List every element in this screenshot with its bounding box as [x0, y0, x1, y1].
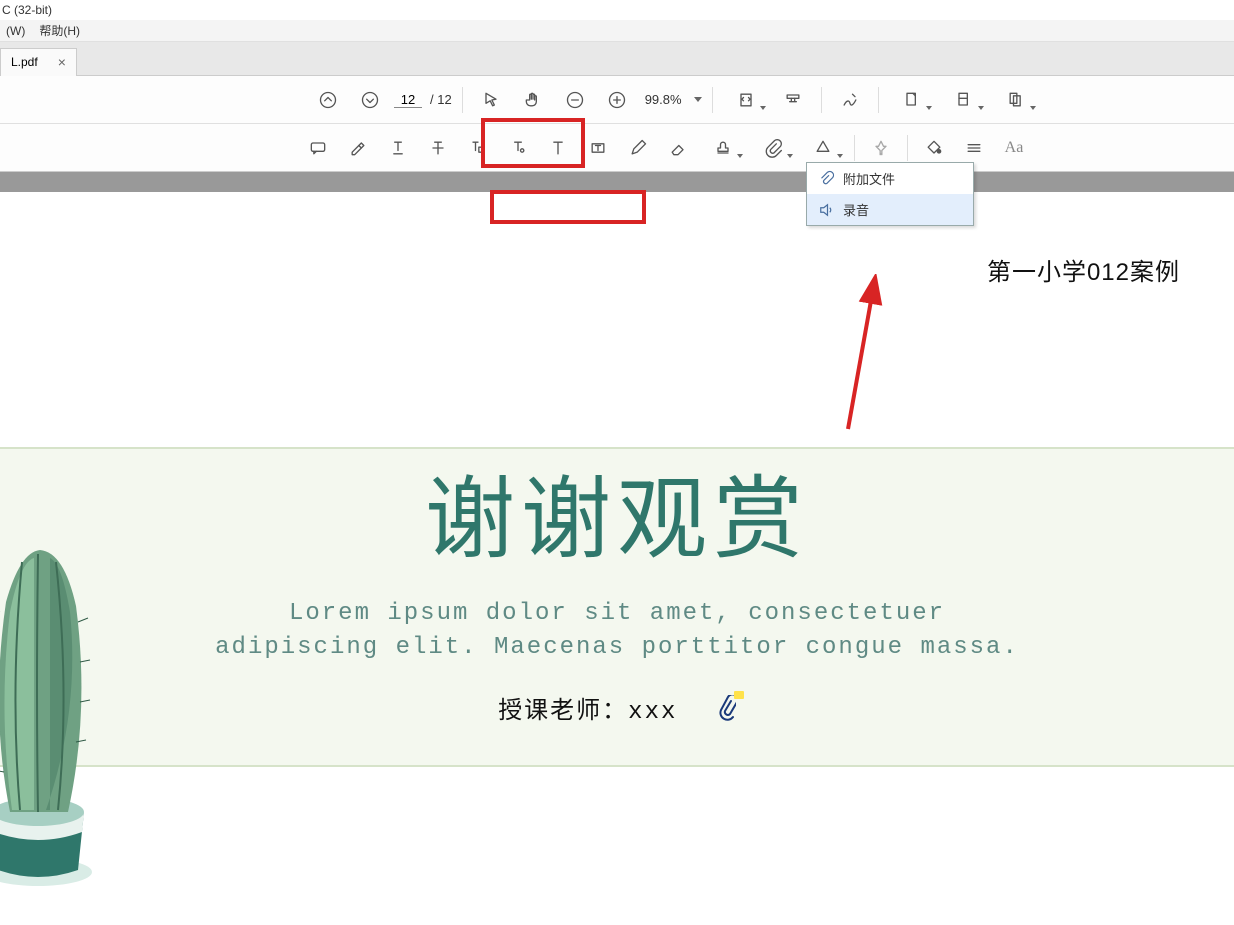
- slide-title: 谢谢观赏: [0, 467, 1234, 575]
- attach-dropdown: 附加文件 录音: [806, 162, 974, 226]
- font-button[interactable]: Aa: [996, 130, 1032, 166]
- text-highlight-button[interactable]: [460, 130, 496, 166]
- export-button[interactable]: [889, 82, 935, 118]
- window-title: C (32-bit): [2, 3, 52, 17]
- document-viewport[interactable]: 第一小学012案例 谢谢观赏 Lorem ipsum dolor sit ame…: [0, 192, 1234, 925]
- dropdown-record-audio-label: 录音: [843, 200, 869, 219]
- attach-button[interactable]: [750, 130, 796, 166]
- zoom-dropdown-caret[interactable]: [694, 97, 702, 102]
- select-tool-button[interactable]: [473, 82, 509, 118]
- note-badge-icon: [734, 691, 744, 699]
- more-pages-button[interactable]: [993, 82, 1039, 118]
- strikethrough-button[interactable]: [420, 130, 456, 166]
- page-down-button[interactable]: [352, 82, 388, 118]
- zoom-value: 99.8%: [645, 92, 682, 107]
- stamp-button[interactable]: [700, 130, 746, 166]
- sign-button[interactable]: [832, 82, 868, 118]
- attachment-marker[interactable]: [718, 695, 736, 729]
- gray-divider: [0, 172, 1234, 192]
- slide-subtitle: Lorem ipsum dolor sit amet, consectetuer…: [0, 597, 1234, 664]
- toolbar-annotate: Aa 附加文件 录音: [0, 124, 1234, 172]
- menu-window[interactable]: (W): [2, 22, 29, 40]
- highlight-pen-button[interactable]: [340, 130, 376, 166]
- text-note-button[interactable]: [500, 130, 536, 166]
- page-number-input[interactable]: [394, 92, 422, 108]
- menu-help[interactable]: 帮助(H): [35, 20, 84, 41]
- paperclip-icon: [817, 170, 835, 188]
- toolbar-main: / 12 99.8%: [0, 76, 1234, 124]
- tab-label: L.pdf: [11, 55, 38, 69]
- separator: [462, 87, 463, 113]
- textbox-button[interactable]: [580, 130, 616, 166]
- separator: [821, 87, 822, 113]
- pencil-button[interactable]: [620, 130, 656, 166]
- comment-button[interactable]: [300, 130, 336, 166]
- read-mode-button[interactable]: [775, 82, 811, 118]
- shape-button[interactable]: [800, 130, 846, 166]
- fill-button[interactable]: [916, 130, 952, 166]
- zoom-out-button[interactable]: [557, 82, 593, 118]
- document-tab[interactable]: L.pdf ×: [0, 48, 77, 76]
- separator: [907, 135, 908, 161]
- slide-teacher-line: 授课老师：xxx: [0, 690, 1234, 729]
- fit-page-button[interactable]: [723, 82, 769, 118]
- dropdown-record-audio[interactable]: 录音: [807, 194, 973, 225]
- arrow-annotation: [830, 274, 910, 439]
- page-up-button[interactable]: [310, 82, 346, 118]
- zoom-in-button[interactable]: [599, 82, 635, 118]
- eraser-button[interactable]: [660, 130, 696, 166]
- speaker-icon: [817, 201, 835, 219]
- page-header-text: 第一小学012案例: [987, 252, 1180, 287]
- paperclip-icon: [718, 695, 736, 721]
- hand-tool-button[interactable]: [515, 82, 551, 118]
- separator: [854, 135, 855, 161]
- separator: [878, 87, 879, 113]
- underline-button[interactable]: [380, 130, 416, 166]
- dropdown-attach-file-label: 附加文件: [843, 169, 895, 188]
- dropdown-attach-file[interactable]: 附加文件: [807, 163, 973, 194]
- close-tab-icon[interactable]: ×: [58, 54, 66, 70]
- tab-bar: L.pdf ×: [0, 42, 1234, 76]
- page-total: / 12: [430, 92, 452, 107]
- separator: [712, 87, 713, 113]
- slide-block: 谢谢观赏 Lorem ipsum dolor sit amet, consect…: [0, 447, 1234, 767]
- page-layout-button[interactable]: [941, 82, 987, 118]
- lines-button[interactable]: [956, 130, 992, 166]
- window-titlebar: C (32-bit): [0, 0, 1234, 20]
- pin-button[interactable]: [863, 130, 899, 166]
- text-tool-button[interactable]: [540, 130, 576, 166]
- menu-bar: (W) 帮助(H): [0, 20, 1234, 42]
